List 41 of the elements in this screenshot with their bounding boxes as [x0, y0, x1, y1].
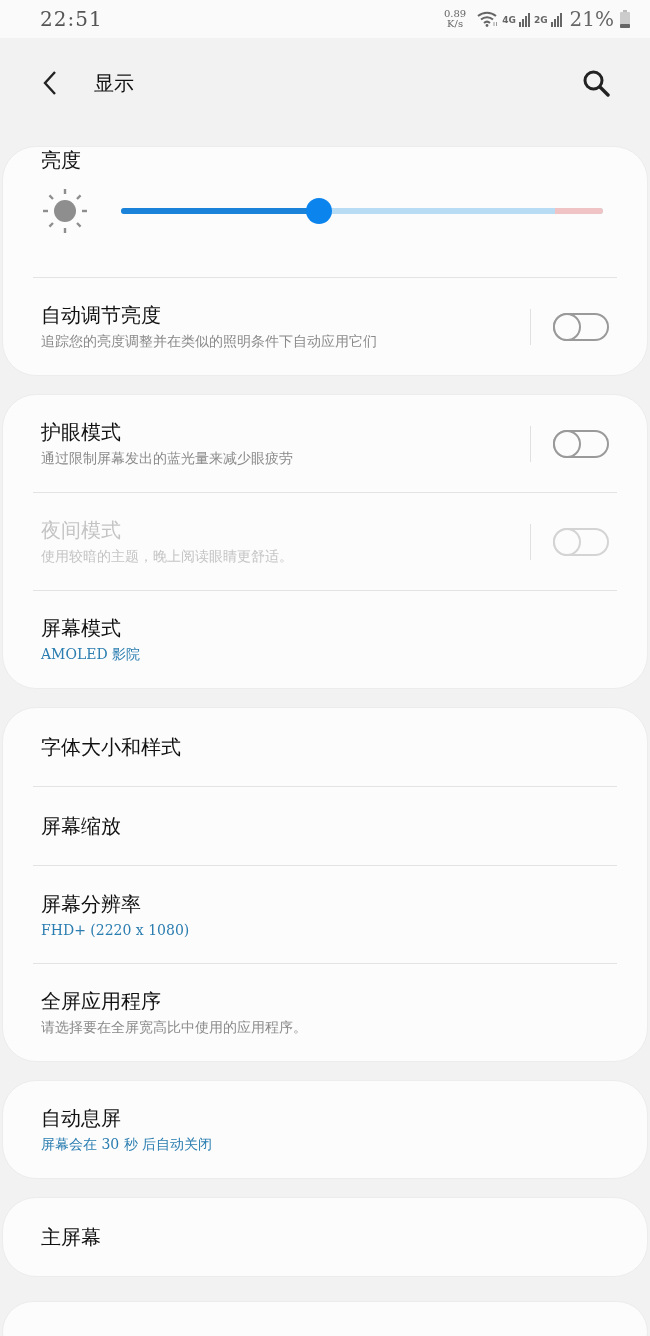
toggle-switch[interactable] — [553, 429, 609, 458]
setting-description: 请选择要在全屏宽高比中使用的应用程序。 — [41, 1019, 308, 1037]
setting-title: 自动调节亮度 — [41, 302, 162, 329]
setting-title: 字体大小和样式 — [41, 733, 182, 761]
brightness-slider[interactable] — [121, 198, 603, 224]
settings-row[interactable]: 全屏应用程序 请选择要在全屏宽高比中使用的应用程序。 — [33, 963, 617, 1061]
brightness-label: 亮度 — [41, 147, 82, 171]
settings-row[interactable]: 屏幕分辨率 FHD+ (2220 x 1080) — [33, 865, 617, 963]
settings-row[interactable]: 屏幕模式 AMOLED 影院 — [33, 590, 617, 688]
toggle-switch[interactable] — [553, 312, 609, 341]
setting-title: 屏幕缩放 — [41, 812, 122, 840]
network-label: 2G — [533, 15, 548, 25]
battery-percent: 21% — [569, 7, 614, 31]
setting-description: 通过限制屏幕发出的蓝光量来减少眼疲劳 — [41, 450, 294, 468]
setting-title: 屏幕模式 — [41, 615, 122, 642]
signal-icon — [550, 11, 563, 27]
setting-title: 夜间模式 — [41, 517, 122, 544]
settings-row[interactable]: 自动调节亮度 追踪您的亮度调整并在类似的照明条件下自动应用它们 — [33, 277, 617, 375]
setting-value: FHD+ (2220 x 1080) — [41, 922, 191, 938]
sun-icon — [41, 187, 89, 235]
page-title: 显示 — [94, 69, 135, 97]
battery-icon — [620, 10, 630, 28]
setting-title: 自动息屏 — [41, 1105, 122, 1132]
setting-title: 屏幕分辨率 — [41, 891, 142, 918]
signal-icon — [518, 11, 531, 27]
setting-description: 追踪您的亮度调整并在类似的照明条件下自动应用它们 — [41, 333, 378, 351]
setting-title: 护眼模式 — [41, 419, 122, 446]
settings-row[interactable]: 自动息屏 屏幕会在 30 秒 后自动关闭 — [33, 1081, 617, 1178]
setting-value: AMOLED 影院 — [41, 646, 142, 664]
settings-row[interactable]: 屏幕缩放 — [33, 786, 617, 865]
net-speed-unit: K/s — [447, 19, 464, 29]
setting-title: 全屏应用程序 — [41, 988, 162, 1015]
clock: 22:51 — [40, 7, 103, 31]
network-label: 4G — [502, 15, 516, 25]
settings-row[interactable]: 主屏幕 — [33, 1198, 617, 1276]
net-speed: 0.89 — [443, 9, 467, 19]
wifi-icon — [477, 11, 500, 27]
setting-value: 屏幕会在 30 秒 后自动关闭 — [41, 1136, 214, 1154]
settings-row[interactable]: 护眼模式 通过限制屏幕发出的蓝光量来减少眼疲劳 — [33, 395, 617, 492]
setting-title: 主屏幕 — [41, 1223, 102, 1251]
settings-row[interactable]: 字体大小和样式 — [33, 708, 617, 786]
